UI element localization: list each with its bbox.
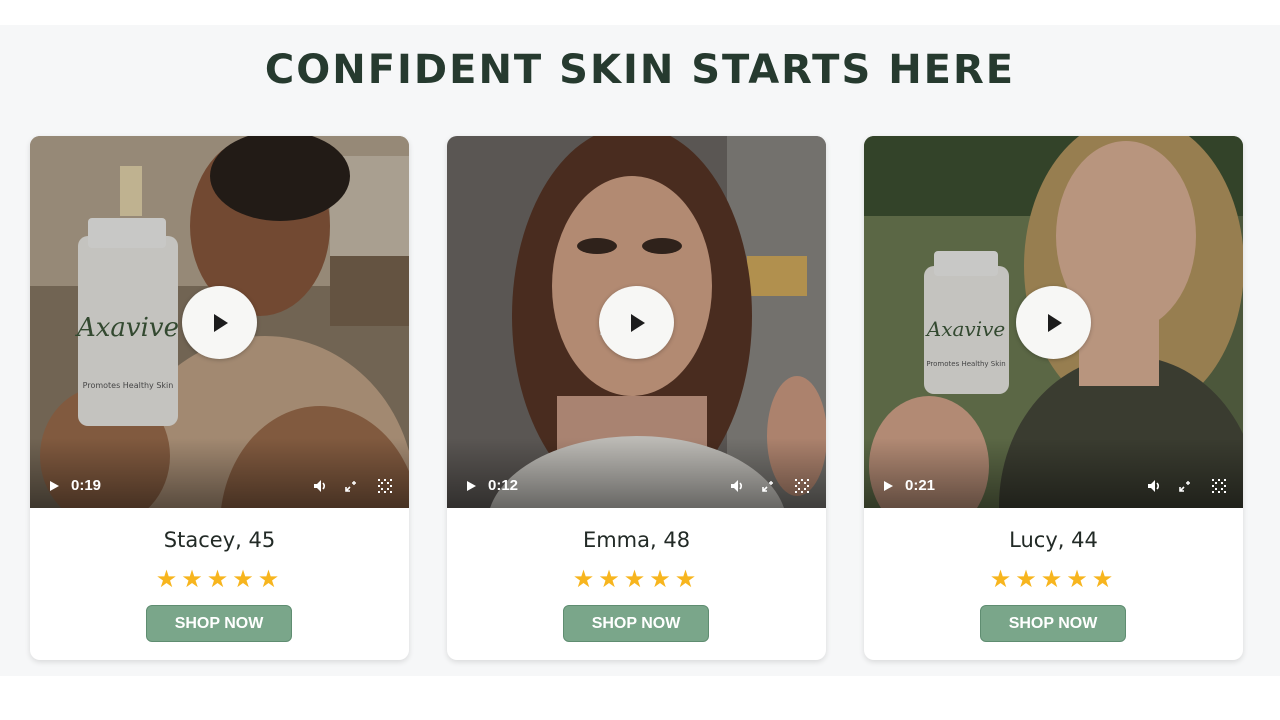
- fullscreen-icon: [1212, 479, 1226, 493]
- volume-icon: [1148, 480, 1160, 492]
- play-icon: [467, 481, 476, 491]
- volume-icon: [731, 480, 743, 492]
- video-time: 0:19: [71, 477, 102, 494]
- video-controls: 0:12: [447, 476, 826, 496]
- shop-now-button[interactable]: SHOP NOW: [563, 605, 709, 642]
- play-icon: [50, 481, 59, 491]
- fullscreen-icon: [795, 479, 809, 493]
- reviewer-name: Emma, 48: [582, 528, 691, 552]
- video-time: 0:21: [905, 477, 936, 494]
- picture-in-picture-icon: [345, 481, 356, 492]
- small-play-button[interactable]: [881, 476, 895, 496]
- section-title: CONFIDENT SKIN STARTS HERE: [264, 47, 1016, 93]
- play-button[interactable]: [599, 286, 674, 359]
- pip-button[interactable]: [1177, 476, 1193, 496]
- reviewer-name: Stacey, 45: [163, 528, 276, 552]
- shop-now-button[interactable]: SHOP NOW: [980, 605, 1126, 642]
- star-rating: ★★★★★: [989, 565, 1118, 593]
- volume-button[interactable]: [311, 476, 329, 496]
- play-icon: [884, 481, 893, 491]
- pip-button[interactable]: [760, 476, 776, 496]
- star-rating: ★★★★★: [572, 565, 701, 593]
- play-icon: [630, 313, 645, 332]
- star-rating: ★★★★★: [155, 565, 284, 593]
- video-time: 0:12: [488, 477, 519, 494]
- testimonial-card: Axavive Promotes Healthy Skin 0:19 Stace…: [30, 136, 409, 660]
- play-icon: [1047, 313, 1062, 332]
- testimonial-video[interactable]: Axavive Promotes Healthy Skin 0:19: [30, 136, 409, 508]
- small-play-button[interactable]: [464, 476, 478, 496]
- testimonial-video[interactable]: Axavive Promotes Healthy Skin 0:21: [864, 136, 1243, 508]
- play-button[interactable]: [1016, 286, 1091, 359]
- picture-in-picture-icon: [762, 481, 773, 492]
- play-button[interactable]: [182, 286, 257, 359]
- fullscreen-button[interactable]: [376, 476, 394, 496]
- testimonial-card: Axavive Promotes Healthy Skin 0:21 Lucy,…: [864, 136, 1243, 660]
- small-play-button[interactable]: [47, 476, 61, 496]
- testimonial-video[interactable]: 0:12: [447, 136, 826, 508]
- fullscreen-button[interactable]: [793, 476, 811, 496]
- volume-button[interactable]: [728, 476, 746, 496]
- testimonial-card: 0:12 Emma, 48 ★★★★★ SHOP NOW: [447, 136, 826, 660]
- fullscreen-button[interactable]: [1210, 476, 1228, 496]
- picture-in-picture-icon: [1179, 481, 1190, 492]
- reviewer-name: Lucy, 44: [1009, 528, 1098, 552]
- pip-button[interactable]: [343, 476, 359, 496]
- fullscreen-icon: [378, 479, 392, 493]
- shop-now-button[interactable]: SHOP NOW: [146, 605, 292, 642]
- volume-button[interactable]: [1145, 476, 1163, 496]
- video-controls: 0:19: [30, 476, 409, 496]
- play-icon: [213, 313, 228, 332]
- volume-icon: [314, 480, 326, 492]
- video-controls: 0:21: [864, 476, 1243, 496]
